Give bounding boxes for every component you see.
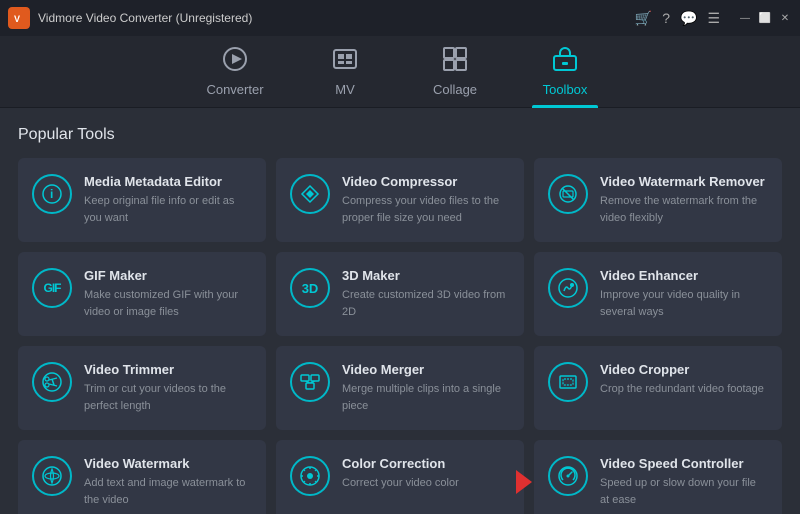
media-metadata-text: Media Metadata Editor Keep original file… — [84, 174, 252, 226]
color-correction-icon — [290, 456, 330, 496]
gif-maker-icon: GIF — [32, 268, 72, 308]
video-cropper-text: Video Cropper Crop the redundant video f… — [600, 362, 764, 398]
gif-maker-text: GIF Maker Make customized GIF with your … — [84, 268, 252, 320]
gif-maker-name: GIF Maker — [84, 268, 252, 283]
help-icon[interactable]: ? — [662, 10, 670, 26]
media-metadata-desc: Keep original file info or edit as you w… — [84, 193, 252, 226]
video-trimmer-icon — [32, 362, 72, 402]
tool-video-cropper[interactable]: Video Cropper Crop the redundant video f… — [534, 346, 782, 430]
collage-icon — [442, 46, 468, 78]
converter-icon — [222, 46, 248, 78]
video-enhancer-icon — [548, 268, 588, 308]
toolbox-label: Toolbox — [543, 82, 588, 97]
video-watermark-icon — [32, 456, 72, 496]
collage-label: Collage — [433, 82, 477, 97]
video-merger-icon — [290, 362, 330, 402]
media-metadata-name: Media Metadata Editor — [84, 174, 252, 189]
app-logo: V — [8, 7, 30, 29]
tab-mv[interactable]: MV — [290, 36, 400, 108]
chat-icon[interactable]: 💬 — [680, 10, 697, 27]
mv-label: MV — [335, 82, 355, 97]
color-correction-desc: Correct your video color — [342, 475, 459, 492]
video-merger-desc: Merge multiple clips into a single piece — [342, 381, 510, 414]
video-cropper-icon — [548, 362, 588, 402]
video-cropper-name: Video Cropper — [600, 362, 764, 377]
3d-maker-desc: Create customized 3D video from 2D — [342, 287, 510, 320]
tools-grid: i Media Metadata Editor Keep original fi… — [18, 158, 782, 514]
video-speed-controller-text: Video Speed Controller Speed up or slow … — [600, 456, 768, 508]
tool-video-watermark[interactable]: Video Watermark Add text and image water… — [18, 440, 266, 514]
titlebar-right: 🛒 ? 💬 ☰ — ⬜ ✕ — [635, 10, 792, 27]
video-watermark-desc: Add text and image watermark to the vide… — [84, 475, 252, 508]
svg-text:i: i — [50, 187, 53, 201]
tool-3d-maker[interactable]: 3D 3D Maker Create customized 3D video f… — [276, 252, 524, 336]
tool-gif-maker[interactable]: GIF GIF Maker Make customized GIF with y… — [18, 252, 266, 336]
watermark-remover-text: Video Watermark Remover Remove the water… — [600, 174, 768, 226]
tool-video-trimmer[interactable]: Video Trimmer Trim or cut your videos to… — [18, 346, 266, 430]
3d-maker-text: 3D Maker Create customized 3D video from… — [342, 268, 510, 320]
titlebar: V Vidmore Video Converter (Unregistered)… — [0, 0, 800, 36]
video-trimmer-text: Video Trimmer Trim or cut your videos to… — [84, 362, 252, 414]
section-title: Popular Tools — [18, 126, 782, 144]
maximize-button[interactable]: ⬜ — [758, 11, 772, 25]
main-content: Popular Tools i Media Metadata Editor Ke… — [0, 108, 800, 514]
video-watermark-name: Video Watermark — [84, 456, 252, 471]
video-merger-name: Video Merger — [342, 362, 510, 377]
watermark-remover-desc: Remove the watermark from the video flex… — [600, 193, 768, 226]
tool-video-compressor[interactable]: Video Compressor Compress your video fil… — [276, 158, 524, 242]
video-compressor-name: Video Compressor — [342, 174, 510, 189]
app-title: Vidmore Video Converter (Unregistered) — [38, 11, 252, 25]
video-enhancer-text: Video Enhancer Improve your video qualit… — [600, 268, 768, 320]
arrow-indicator — [516, 470, 532, 494]
tool-video-speed-controller[interactable]: Video Speed Controller Speed up or slow … — [534, 440, 782, 514]
tool-color-correction[interactable]: Color Correction Correct your video colo… — [276, 440, 524, 514]
tool-media-metadata[interactable]: i Media Metadata Editor Keep original fi… — [18, 158, 266, 242]
tool-video-merger[interactable]: Video Merger Merge multiple clips into a… — [276, 346, 524, 430]
color-correction-name: Color Correction — [342, 456, 459, 471]
video-compressor-text: Video Compressor Compress your video fil… — [342, 174, 510, 226]
menu-icon[interactable]: ☰ — [707, 10, 720, 27]
minimize-button[interactable]: — — [738, 11, 752, 25]
watermark-remover-name: Video Watermark Remover — [600, 174, 768, 189]
titlebar-left: V Vidmore Video Converter (Unregistered) — [8, 7, 252, 29]
watermark-remover-icon — [548, 174, 588, 214]
window-controls: — ⬜ ✕ — [738, 11, 792, 25]
color-correction-text: Color Correction Correct your video colo… — [342, 456, 459, 492]
mv-icon — [332, 46, 358, 78]
tab-converter[interactable]: Converter — [180, 36, 290, 108]
video-watermark-text: Video Watermark Add text and image water… — [84, 456, 252, 508]
converter-label: Converter — [206, 82, 263, 97]
tab-toolbox[interactable]: Toolbox — [510, 36, 620, 108]
toolbox-icon — [552, 46, 578, 78]
video-speed-controller-icon — [548, 456, 588, 496]
video-cropper-desc: Crop the redundant video footage — [600, 381, 764, 398]
3d-maker-icon: 3D — [290, 268, 330, 308]
video-enhancer-desc: Improve your video quality in several wa… — [600, 287, 768, 320]
nav-tabs: Converter MV Collage — [0, 36, 800, 108]
video-merger-text: Video Merger Merge multiple clips into a… — [342, 362, 510, 414]
svg-text:V: V — [14, 14, 20, 24]
cart-icon[interactable]: 🛒 — [635, 10, 652, 27]
video-compressor-desc: Compress your video files to the proper … — [342, 193, 510, 226]
tool-watermark-remover[interactable]: Video Watermark Remover Remove the water… — [534, 158, 782, 242]
video-trimmer-desc: Trim or cut your videos to the perfect l… — [84, 381, 252, 414]
close-button[interactable]: ✕ — [778, 11, 792, 25]
gif-maker-desc: Make customized GIF with your video or i… — [84, 287, 252, 320]
video-enhancer-name: Video Enhancer — [600, 268, 768, 283]
3d-maker-name: 3D Maker — [342, 268, 510, 283]
video-speed-controller-name: Video Speed Controller — [600, 456, 768, 471]
video-speed-controller-desc: Speed up or slow down your file at ease — [600, 475, 768, 508]
media-metadata-icon: i — [32, 174, 72, 214]
video-compressor-icon — [290, 174, 330, 214]
video-trimmer-name: Video Trimmer — [84, 362, 252, 377]
tab-collage[interactable]: Collage — [400, 36, 510, 108]
tool-video-enhancer[interactable]: Video Enhancer Improve your video qualit… — [534, 252, 782, 336]
